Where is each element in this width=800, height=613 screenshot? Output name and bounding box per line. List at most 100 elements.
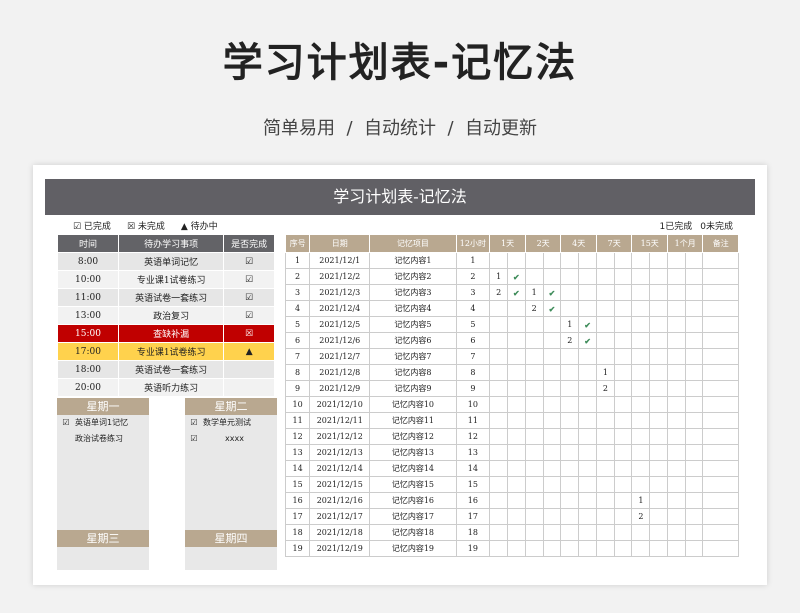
review-cell[interactable]: ✔ [578, 316, 598, 333]
review-cell[interactable] [613, 252, 633, 269]
review-cell[interactable] [667, 252, 686, 269]
review-cell[interactable]: 1 [631, 492, 651, 509]
review-cell[interactable] [542, 348, 562, 365]
review-cell[interactable] [631, 380, 651, 397]
review-cell[interactable] [613, 332, 633, 349]
review-cell[interactable] [631, 428, 651, 445]
review-cell[interactable] [524, 444, 544, 461]
review-cell[interactable] [613, 316, 633, 333]
review-cell[interactable] [578, 428, 598, 445]
review-cell[interactable] [649, 252, 668, 269]
check-icon[interactable]: ☑ [57, 415, 75, 431]
review-cell[interactable] [613, 412, 633, 429]
mem-note[interactable] [702, 476, 739, 493]
review-cell[interactable] [542, 316, 562, 333]
review-cell[interactable] [578, 252, 598, 269]
review-cell[interactable] [489, 380, 508, 397]
review-cell[interactable] [631, 332, 651, 349]
review-cell[interactable] [578, 268, 598, 285]
review-cell[interactable] [684, 284, 704, 301]
review-cell[interactable] [613, 540, 633, 557]
review-cell[interactable] [596, 348, 615, 365]
review-cell[interactable] [489, 540, 508, 557]
review-cell[interactable] [506, 444, 526, 461]
review-cell[interactable]: ✔ [506, 284, 526, 301]
review-cell[interactable] [631, 364, 651, 381]
mem-note[interactable] [702, 348, 739, 365]
mem-note[interactable] [702, 412, 739, 429]
review-cell[interactable] [578, 492, 598, 509]
review-cell[interactable] [684, 396, 704, 413]
review-cell[interactable] [667, 412, 686, 429]
review-cell[interactable] [631, 252, 651, 269]
review-cell[interactable] [613, 348, 633, 365]
review-cell[interactable] [684, 364, 704, 381]
review-cell[interactable] [684, 492, 704, 509]
review-cell[interactable] [649, 444, 668, 461]
review-cell[interactable] [667, 380, 686, 397]
review-cell[interactable] [667, 300, 686, 317]
review-cell[interactable] [667, 540, 686, 557]
review-cell[interactable] [596, 476, 615, 493]
review-cell[interactable] [506, 460, 526, 477]
review-cell[interactable] [560, 300, 580, 317]
mem-note[interactable] [702, 300, 739, 317]
review-cell[interactable] [631, 412, 651, 429]
review-cell[interactable] [524, 252, 544, 269]
review-cell[interactable] [560, 380, 580, 397]
review-cell[interactable] [649, 460, 668, 477]
review-cell[interactable] [489, 460, 508, 477]
review-cell[interactable] [631, 316, 651, 333]
review-cell[interactable]: 1 [524, 284, 544, 301]
review-cell[interactable] [489, 524, 508, 541]
review-cell[interactable]: 2 [631, 508, 651, 525]
review-cell[interactable]: 2 [489, 284, 508, 301]
review-cell[interactable] [649, 348, 668, 365]
review-cell[interactable] [560, 492, 580, 509]
week-item[interactable]: ☑ xxxx [185, 431, 277, 447]
review-cell[interactable] [524, 508, 544, 525]
review-cell[interactable] [489, 508, 508, 525]
check-icon[interactable] [57, 431, 75, 447]
review-cell[interactable] [684, 476, 704, 493]
review-cell[interactable] [684, 508, 704, 525]
review-cell[interactable] [649, 492, 668, 509]
review-cell[interactable] [596, 252, 615, 269]
review-cell[interactable] [489, 428, 508, 445]
check-icon[interactable]: ☑ [185, 431, 203, 447]
review-cell[interactable] [649, 268, 668, 285]
mem-note[interactable] [702, 396, 739, 413]
review-cell[interactable] [684, 300, 704, 317]
review-cell[interactable]: 1 [489, 268, 508, 285]
review-cell[interactable] [596, 412, 615, 429]
review-cell[interactable] [684, 348, 704, 365]
review-cell[interactable] [649, 428, 668, 445]
review-cell[interactable] [506, 524, 526, 541]
review-cell[interactable] [560, 348, 580, 365]
review-cell[interactable] [578, 380, 598, 397]
review-cell[interactable] [524, 428, 544, 445]
review-cell[interactable] [542, 476, 562, 493]
review-cell[interactable] [596, 268, 615, 285]
review-cell[interactable] [578, 300, 598, 317]
review-cell[interactable] [631, 460, 651, 477]
review-cell[interactable] [489, 492, 508, 509]
review-cell[interactable] [631, 348, 651, 365]
mem-note[interactable] [702, 540, 739, 557]
review-cell[interactable] [667, 332, 686, 349]
review-cell[interactable] [631, 524, 651, 541]
review-cell[interactable] [684, 412, 704, 429]
review-cell[interactable] [613, 284, 633, 301]
review-cell[interactable] [542, 332, 562, 349]
review-cell[interactable] [578, 460, 598, 477]
review-cell[interactable] [578, 444, 598, 461]
review-cell[interactable] [684, 524, 704, 541]
review-cell[interactable] [578, 508, 598, 525]
review-cell[interactable] [560, 396, 580, 413]
task-status[interactable]: ☑ [223, 288, 275, 307]
review-cell[interactable]: ✔ [506, 268, 526, 285]
review-cell[interactable] [578, 284, 598, 301]
review-cell[interactable] [649, 412, 668, 429]
review-cell[interactable]: ✔ [542, 284, 562, 301]
mem-note[interactable] [702, 332, 739, 349]
